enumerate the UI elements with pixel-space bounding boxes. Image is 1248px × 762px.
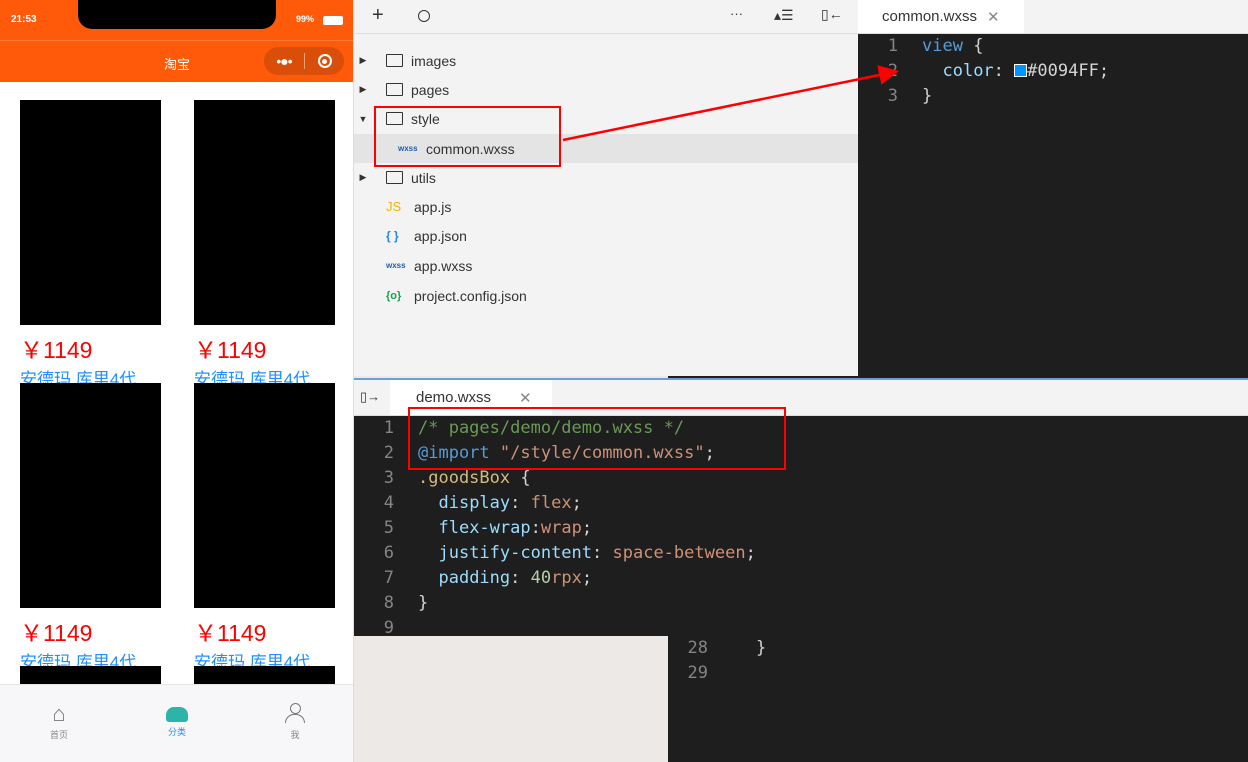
annotation-arrow [562,65,899,142]
